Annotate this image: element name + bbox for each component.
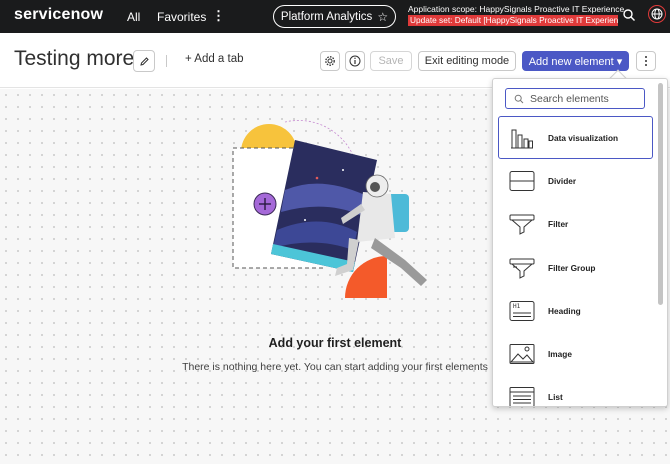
info-button[interactable] — [345, 51, 365, 71]
image-icon — [509, 344, 535, 365]
page-title: Testing more — [14, 47, 135, 70]
info-icon — [349, 55, 361, 67]
search-icon[interactable] — [622, 8, 636, 22]
element-data-visualization[interactable]: Data visualization — [498, 116, 653, 160]
nav-more-menu[interactable]: ⋮ — [212, 8, 225, 24]
element-label: Heading — [548, 305, 581, 316]
search-icon — [514, 94, 524, 103]
element-list[interactable]: List — [498, 376, 653, 406]
element-list: Data visualization Divider Filter Filter… — [498, 116, 653, 406]
star-icon[interactable]: ☆ — [377, 10, 388, 24]
svg-text:H1: H1 — [513, 303, 521, 310]
nav-all-menu[interactable]: All — [127, 10, 140, 24]
app-pill[interactable]: Platform Analytics ☆ — [273, 5, 396, 28]
heading-icon: H1 — [509, 300, 535, 321]
exit-editing-button[interactable]: Exit editing mode — [418, 51, 516, 71]
globe-button[interactable] — [648, 5, 666, 23]
gear-icon — [325, 56, 335, 66]
element-divider[interactable]: Divider — [498, 159, 653, 202]
element-filter[interactable]: Filter — [498, 203, 653, 246]
list-icon — [509, 387, 535, 406]
top-nav: servicenow All Favorites ⋮ Platform Anal… — [0, 0, 670, 33]
servicenow-logo[interactable]: servicenow — [14, 6, 103, 24]
element-search-box[interactable] — [505, 88, 645, 109]
add-element-dropdown: Data visualization Divider Filter Filter… — [492, 78, 668, 407]
globe-icon — [651, 8, 663, 20]
save-button[interactable]: Save — [370, 51, 412, 71]
add-tab-button[interactable]: + Add a tab — [185, 53, 244, 65]
divider-icon — [509, 170, 535, 191]
element-label: Data visualization — [548, 132, 619, 143]
app-pill-label: Platform Analytics — [280, 10, 373, 23]
divider — [166, 55, 167, 67]
element-label: Filter Group — [548, 262, 596, 273]
edit-title-button[interactable] — [133, 50, 155, 72]
empty-state-illustration — [232, 120, 427, 298]
filter-icon — [509, 214, 535, 236]
add-new-element-button[interactable]: Add new element ▾ — [522, 51, 629, 71]
bar-chart-icon — [511, 129, 533, 149]
element-filter-group[interactable]: Filter Group — [498, 246, 653, 289]
settings-button[interactable] — [320, 51, 340, 71]
update-set[interactable]: Update set: Default [HappySignals Proact… — [408, 15, 618, 26]
pencil-icon — [139, 56, 149, 66]
element-search-input[interactable] — [530, 92, 630, 105]
element-label: Filter — [548, 219, 569, 230]
more-options-button[interactable] — [636, 51, 656, 71]
element-label: Divider — [548, 175, 577, 186]
nav-favorites-menu[interactable]: Favorites — [157, 10, 206, 24]
element-heading[interactable]: H1 Heading — [498, 289, 653, 332]
application-scope[interactable]: Application scope: HappySignals Proactiv… — [408, 4, 624, 14]
element-label: List — [548, 392, 563, 403]
element-image[interactable]: Image — [498, 332, 653, 375]
filter-group-icon — [509, 258, 535, 279]
dropdown-scrollbar[interactable] — [658, 83, 663, 305]
kebab-icon — [645, 56, 647, 66]
element-label: Image — [548, 349, 572, 360]
